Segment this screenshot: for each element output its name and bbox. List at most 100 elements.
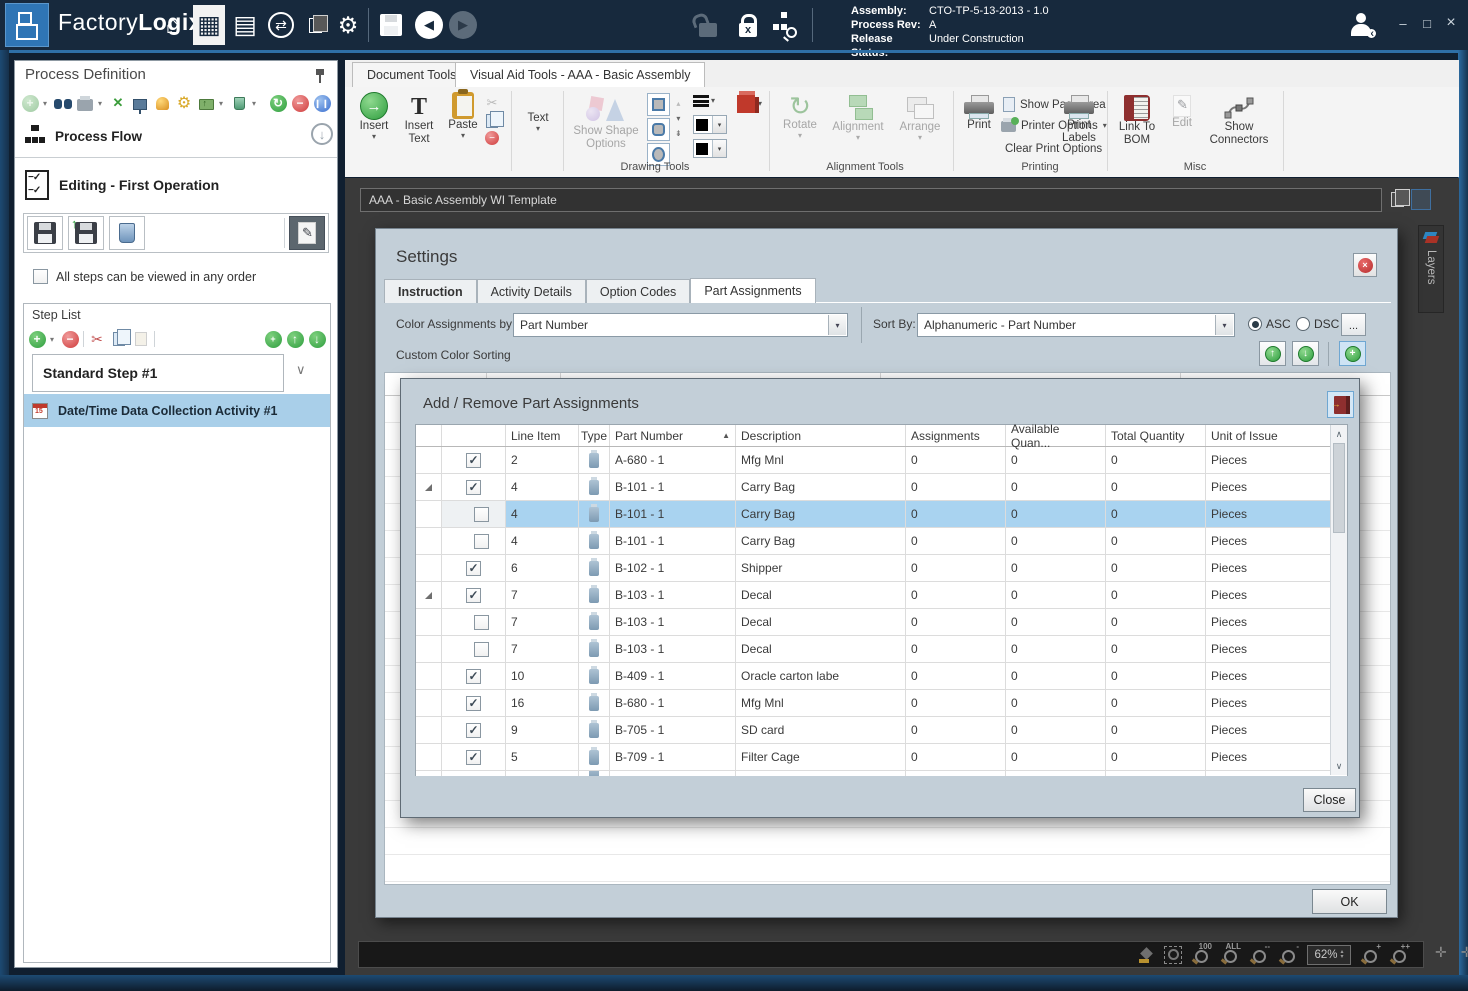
table-scrollbar[interactable]: ∧ ∨ [1330, 425, 1347, 775]
remove-step-button[interactable]: − [61, 330, 79, 348]
row-checkbox[interactable] [474, 642, 489, 657]
asc-radio[interactable] [1248, 317, 1262, 331]
tab-part-assignments[interactable]: Part Assignments [690, 278, 815, 303]
process-settings-button[interactable]: ⚙ [175, 94, 193, 112]
pin-icon[interactable] [315, 69, 325, 83]
table-row[interactable]: 4B-101 - 1Carry Bag000Pieces [416, 474, 1347, 501]
table-row[interactable]: 4B-101 - 1Carry Bag000Pieces [416, 528, 1347, 555]
insert-text-button[interactable]: TInsertText [397, 94, 441, 146]
dsc-radio[interactable] [1296, 317, 1310, 331]
tab-document-tools[interactable]: Document Tools [352, 62, 471, 87]
show-connectors-button[interactable]: ShowConnectors [1203, 95, 1275, 147]
edit-mode-button[interactable] [289, 216, 325, 250]
print-dropdown-icon[interactable]: ▾ [98, 99, 105, 108]
delete-operation-button[interactable] [109, 216, 145, 250]
discard-dropdown-icon[interactable]: ▾ [252, 99, 259, 108]
flood-fill-icon[interactable] [1139, 947, 1155, 963]
copy-button[interactable] [486, 114, 498, 128]
copy-step-button[interactable] [110, 330, 128, 348]
col-assignments[interactable]: Assignments [906, 425, 1006, 446]
row-checkbox[interactable] [474, 534, 489, 549]
presentation-button[interactable] [131, 94, 149, 112]
line-weight-combo[interactable]: ▾ [693, 95, 715, 107]
row-checkbox[interactable] [466, 669, 481, 684]
marquee-zoom-button[interactable] [1164, 946, 1182, 964]
unlock-button[interactable] [692, 5, 724, 45]
rectangle-shape-button[interactable] [647, 93, 670, 116]
row-checkbox[interactable] [466, 480, 481, 495]
scroll-up-icon[interactable]: ∧ [1331, 426, 1347, 442]
copy-template-button[interactable] [1387, 189, 1407, 210]
cut-button[interactable]: ✂ [487, 95, 498, 111]
forward-button[interactable]: ▶ [446, 5, 480, 45]
fill-color-combo[interactable]: ▾ [693, 139, 727, 158]
alerts-button[interactable] [153, 94, 171, 112]
tab-instruction[interactable]: Instruction [384, 279, 477, 303]
expander-icon[interactable] [425, 592, 432, 599]
table-row[interactable]: 4B-101 - 1Carry Bag000Pieces [416, 501, 1347, 528]
pan-icon[interactable]: ✛ [1435, 944, 1447, 961]
zoom-out-button[interactable]: - [1278, 945, 1298, 965]
delete-button[interactable]: − [485, 131, 499, 145]
step-chevron-icon[interactable]: ∨ [296, 362, 306, 378]
scroll-down-icon[interactable]: ∨ [1331, 758, 1347, 774]
move-step-up-button[interactable]: ↑ [286, 330, 304, 348]
spin-down-icon[interactable]: ▾ [676, 114, 680, 123]
paste-step-button[interactable] [132, 330, 150, 348]
color-by-combo[interactable]: Part Number▾ [513, 313, 848, 337]
release-button[interactable]: ↻ [269, 94, 287, 112]
exit-dialog-button[interactable] [1327, 391, 1354, 418]
col-part-number[interactable]: Part Number▲ [610, 425, 736, 446]
zoom-percent-box[interactable]: 62%▴▾ [1307, 945, 1351, 965]
spin-up-icon[interactable]: ▴ [676, 99, 680, 108]
activity-row-selected[interactable]: Date/Time Data Collection Activity #1 [24, 394, 330, 427]
save-button[interactable] [375, 5, 407, 45]
logout-button[interactable]: x [1345, 5, 1379, 45]
lock-button[interactable]: x [732, 5, 764, 45]
table-row[interactable]: 5B-709 - 1Filter Cage000Pieces [416, 744, 1347, 771]
expander-icon[interactable] [425, 484, 432, 491]
settings-button[interactable]: ⚙ [333, 5, 363, 45]
text-tool-button[interactable]: Text▾ [517, 112, 559, 133]
effects-combo[interactable]: ▾ [737, 95, 762, 113]
production-button[interactable]: ▤ [230, 5, 260, 45]
row-checkbox[interactable] [466, 561, 481, 576]
row-checkbox[interactable] [466, 750, 481, 765]
table-row[interactable]: 6B-102 - 1Shipper000Pieces [416, 555, 1347, 582]
insert-button[interactable]: →Insert▾ [353, 92, 395, 141]
settings-close-button[interactable]: × [1353, 253, 1377, 277]
rename-template-button[interactable] [1411, 189, 1431, 210]
any-order-checkbox[interactable] [33, 269, 48, 284]
zoom-100-button[interactable]: 100 [1191, 945, 1211, 965]
transfers-button[interactable]: ⇄ [265, 5, 297, 45]
find-button[interactable] [54, 94, 72, 112]
minimize-button[interactable]: – [1392, 12, 1414, 34]
alignment-button[interactable]: Alignment▾ [827, 95, 889, 142]
line-color-combo[interactable]: ▾ [693, 115, 727, 134]
close-button[interactable]: × [1440, 12, 1462, 34]
zoom-in-fast-button[interactable]: ++ [1389, 945, 1409, 965]
row-checkbox[interactable] [474, 507, 489, 522]
spin-double-down-icon[interactable]: ⇟ [675, 129, 682, 138]
close-dialog-button[interactable]: Close [1303, 788, 1356, 812]
table-row[interactable]: 9B-705 - 1SD card000Pieces [416, 717, 1347, 744]
step-name-box[interactable]: Standard Step #1 [32, 354, 284, 392]
save-operation-button[interactable] [27, 216, 63, 250]
sort-by-combo[interactable]: Alphanumeric - Part Number▾ [917, 313, 1235, 337]
validate-button[interactable]: ✕ [109, 94, 127, 112]
col-total-quantity[interactable]: Total Quantity [1106, 425, 1206, 446]
process-flow-row[interactable]: Process Flow [25, 119, 325, 153]
process-audit-button[interactable] [768, 5, 802, 45]
back-button[interactable]: ◀ [412, 5, 446, 45]
zoom-out-fast-button[interactable]: -- [1249, 945, 1269, 965]
add-process-button[interactable]: + [21, 94, 39, 112]
col-unit-of-issue[interactable]: Unit of Issue [1206, 425, 1332, 446]
print-button[interactable] [76, 94, 94, 112]
table-row[interactable]: 7B-103 - 1Decal000Pieces [416, 582, 1347, 609]
col-type[interactable]: Type [579, 425, 610, 446]
maximize-button[interactable]: □ [1416, 12, 1438, 34]
discard-button[interactable] [230, 94, 248, 112]
rounded-rectangle-shape-button[interactable] [647, 118, 670, 141]
table-row[interactable]: 16B-680 - 1Mfg Mnl000Pieces [416, 690, 1347, 717]
save-publish-button[interactable]: ↑ [68, 216, 104, 250]
